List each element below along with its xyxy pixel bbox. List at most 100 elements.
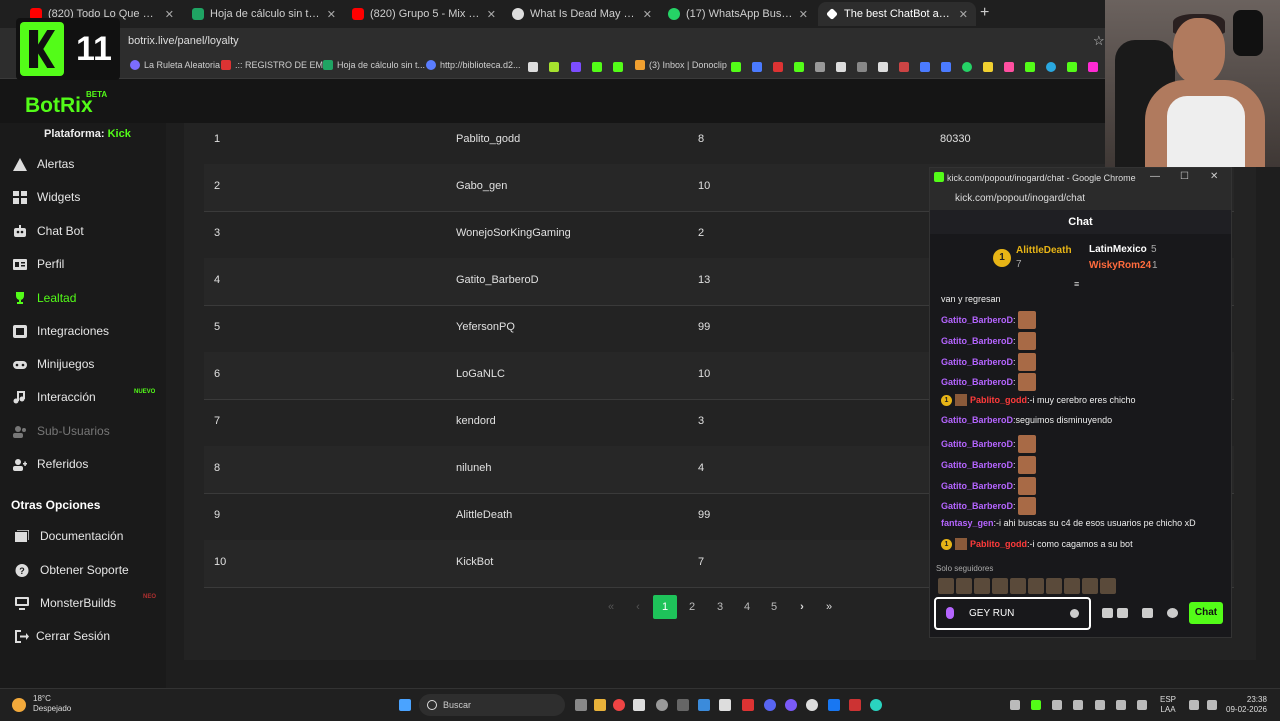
discord-icon[interactable] bbox=[764, 699, 776, 711]
chat-username[interactable]: fantasy_gen bbox=[941, 518, 994, 528]
shop-icon[interactable] bbox=[1142, 608, 1153, 618]
tray-icon[interactable] bbox=[1052, 700, 1062, 710]
close-icon[interactable]: ✕ bbox=[1210, 171, 1218, 182]
sidebar-item-widgets[interactable]: Widgets bbox=[0, 184, 166, 210]
taskbar-app-icon[interactable] bbox=[633, 699, 645, 711]
bookmark-icon[interactable] bbox=[815, 62, 825, 72]
tray-icon[interactable] bbox=[1095, 700, 1105, 710]
bookmark-star-icon[interactable]: ☆ bbox=[1093, 33, 1105, 49]
microphone-icon[interactable] bbox=[946, 607, 954, 619]
settings-icon[interactable] bbox=[1167, 608, 1178, 618]
chat-username[interactable]: Gatito_BarberoD bbox=[941, 377, 1013, 387]
emote-icon[interactable] bbox=[1010, 578, 1026, 594]
send-chat-button[interactable]: Chat bbox=[1189, 602, 1223, 624]
sidebar-item-documentacion[interactable]: Documentación bbox=[0, 523, 166, 549]
taskbar-app-icon[interactable] bbox=[677, 699, 689, 711]
browser-tab-6[interactable]: The best ChatBot and Widgets ✕ bbox=[818, 2, 976, 26]
emote-icon[interactable] bbox=[1028, 578, 1044, 594]
sidebar-item-lealtad[interactable]: Lealtad bbox=[0, 285, 166, 311]
bookmark-icon[interactable] bbox=[731, 62, 741, 72]
file-explorer-icon[interactable] bbox=[594, 699, 606, 711]
popup-url[interactable]: kick.com/popout/inogard/chat bbox=[955, 193, 1085, 204]
whatsapp-icon[interactable] bbox=[962, 62, 972, 72]
tray-icon[interactable] bbox=[1031, 700, 1041, 710]
points-icon[interactable] bbox=[1102, 608, 1113, 618]
sidebar-item-integraciones[interactable]: Integraciones bbox=[0, 318, 166, 344]
windows-start-icon[interactable] bbox=[399, 699, 411, 711]
sidebar-item-chat-bot[interactable]: Chat Bot bbox=[0, 218, 166, 244]
system-clock[interactable]: 23:38 09-02-2026 bbox=[1226, 695, 1267, 715]
chat-username[interactable]: Pablito_godd bbox=[970, 539, 1027, 549]
browser-tab-5[interactable]: (17) WhatsApp Business ✕ bbox=[660, 2, 816, 26]
page-2-button[interactable]: 2 bbox=[680, 595, 704, 619]
tray-icon[interactable] bbox=[1073, 700, 1083, 710]
page-3-button[interactable]: 3 bbox=[708, 595, 732, 619]
close-icon[interactable]: ✕ bbox=[799, 8, 808, 21]
page-4-button[interactable]: 4 bbox=[735, 595, 759, 619]
bookmark-1[interactable]: La Ruleta Aleatoria bbox=[130, 60, 220, 70]
browser-tab-4[interactable]: What Is Dead May Never Die - ✕ bbox=[504, 2, 660, 26]
close-icon[interactable]: ✕ bbox=[959, 8, 968, 21]
chat-username[interactable]: Gatito_BarberoD bbox=[941, 439, 1013, 449]
bookmark-icon[interactable] bbox=[549, 62, 559, 72]
tray-icon[interactable] bbox=[1116, 700, 1126, 710]
bookmark-3[interactable]: Hoja de cálculo sin t... bbox=[323, 60, 425, 70]
tray-icon[interactable] bbox=[1137, 700, 1147, 710]
tray-icon[interactable] bbox=[1010, 700, 1020, 710]
telegram-icon[interactable] bbox=[1046, 62, 1056, 72]
chat-username[interactable]: Gatito_BarberoD bbox=[941, 501, 1013, 511]
taskbar-app-icon[interactable] bbox=[656, 699, 668, 711]
emote-icon[interactable] bbox=[974, 578, 990, 594]
page-5-button[interactable]: 5 bbox=[762, 595, 786, 619]
kick-icon[interactable] bbox=[613, 62, 623, 72]
emote-icon[interactable] bbox=[1100, 578, 1116, 594]
taskbar-app-icon[interactable] bbox=[742, 699, 754, 711]
sidebar-item-interaccion[interactable]: Interacción NUEVO bbox=[0, 384, 166, 410]
taskbar-app-icon[interactable] bbox=[849, 699, 861, 711]
emote-icon[interactable] bbox=[956, 578, 972, 594]
bookmark-4[interactable]: http://biblioteca.d2... bbox=[426, 60, 521, 70]
bookmark-icon[interactable] bbox=[899, 62, 909, 72]
emote-icon[interactable] bbox=[1082, 578, 1098, 594]
taskbar-app-icon[interactable] bbox=[806, 699, 818, 711]
close-icon[interactable]: ✕ bbox=[165, 8, 174, 21]
infinity-icon[interactable] bbox=[1117, 608, 1128, 618]
bookmark-icon[interactable] bbox=[1025, 62, 1035, 72]
input-language[interactable]: ESP LAA bbox=[1160, 695, 1176, 715]
chat-username[interactable]: Gatito_BarberoD bbox=[941, 315, 1013, 325]
sidebar-item-soporte[interactable]: ? Obtener Soporte bbox=[0, 557, 166, 583]
close-icon[interactable]: ✕ bbox=[327, 8, 336, 21]
chat-username[interactable]: Gatito_BarberoD bbox=[941, 357, 1013, 367]
bookmark-icon[interactable] bbox=[836, 62, 846, 72]
maximize-icon[interactable]: ☐ bbox=[1180, 171, 1189, 182]
chat-input[interactable]: GEY RUN bbox=[934, 597, 1091, 630]
volume-icon[interactable] bbox=[1207, 700, 1217, 710]
minimize-icon[interactable]: — bbox=[1150, 171, 1160, 182]
facebook-icon[interactable] bbox=[828, 699, 840, 711]
last-page-button[interactable]: » bbox=[817, 595, 841, 619]
bookmark-icon[interactable] bbox=[857, 62, 867, 72]
edge-icon[interactable] bbox=[870, 699, 882, 711]
bookmark-icon[interactable] bbox=[528, 62, 538, 72]
taskbar-app-icon[interactable] bbox=[719, 699, 731, 711]
emoji-icon[interactable] bbox=[1070, 609, 1079, 618]
taskbar-search[interactable]: Buscar bbox=[419, 694, 565, 716]
chat-username[interactable]: Gatito_BarberoD bbox=[941, 481, 1013, 491]
steam-icon[interactable] bbox=[698, 699, 710, 711]
close-icon[interactable]: ✕ bbox=[643, 8, 652, 21]
bookmark-icon[interactable] bbox=[983, 62, 993, 72]
close-icon[interactable]: ✕ bbox=[487, 8, 496, 21]
chat-username[interactable]: Gatito_BarberoD bbox=[941, 415, 1013, 425]
prev-page-button[interactable]: ‹ bbox=[626, 595, 650, 619]
bookmark-icon[interactable] bbox=[571, 62, 581, 72]
page-1-button[interactable]: 1 bbox=[653, 595, 677, 619]
sidebar-item-minijuegos[interactable]: Minijuegos bbox=[0, 351, 166, 377]
bookmark-icon[interactable] bbox=[752, 62, 762, 72]
sidebar-item-sub-usuarios[interactable]: Sub-Usuarios bbox=[0, 418, 166, 444]
sidebar-item-monsterbuilds[interactable]: MonsterBuilds NEO bbox=[0, 590, 166, 616]
chat-username[interactable]: Gatito_BarberoD bbox=[941, 336, 1013, 346]
brand-name[interactable]: BotRix bbox=[25, 94, 93, 118]
chat-username[interactable]: Pablito_godd bbox=[970, 395, 1027, 405]
bookmark-5[interactable]: (3) Inbox | Donoclip bbox=[635, 60, 727, 70]
collapse-icon[interactable]: ≡ bbox=[1074, 279, 1079, 289]
